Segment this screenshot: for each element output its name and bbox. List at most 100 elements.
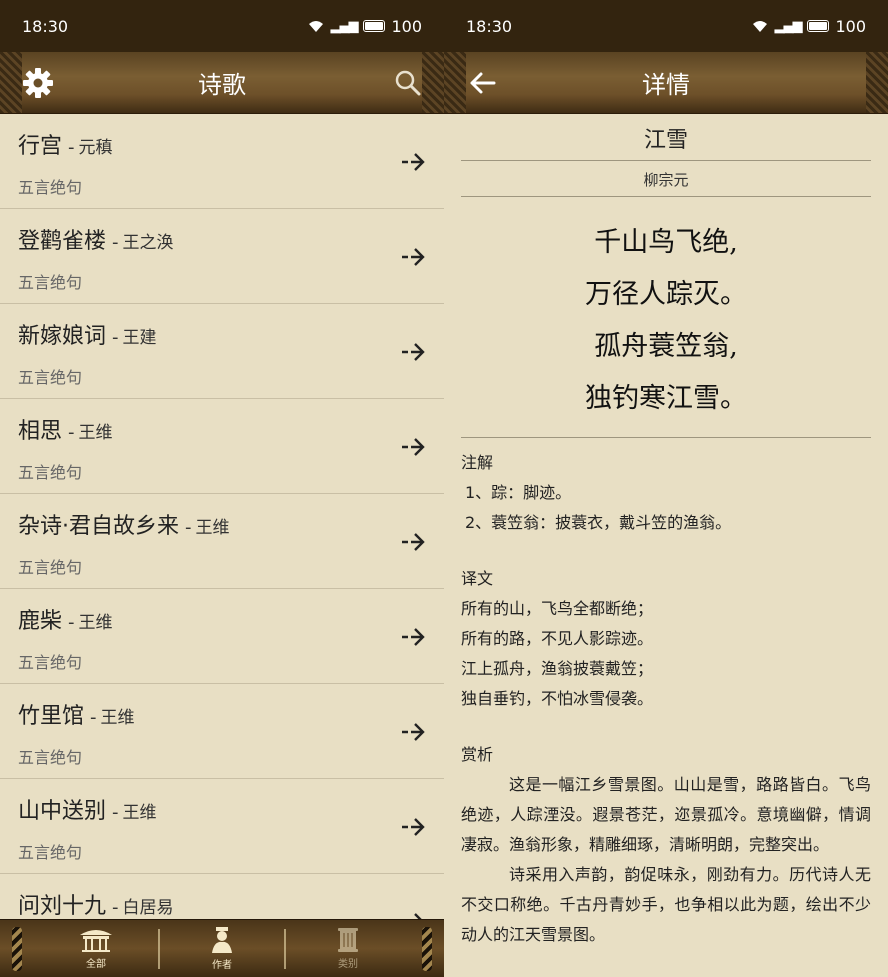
poem-author: 王维 [195,518,230,538]
status-bar: 18:30 ▂▄▆ 100 [0,0,444,52]
translation-line: 江上孤舟，渔翁披蓑戴笠； [461,659,654,678]
poem-title: 鹿柴 [18,609,63,634]
poem-list: 行宫 - 元稹 五言绝句 登鹳雀楼 - 王之涣 五言绝句 新嫁娘词 - 王建 五言绝句 相思… [0,114,444,919]
list-item[interactable]: 鹿柴 - 王维 五言绝句 [0,589,444,684]
top-navbar: 详情 [444,52,888,114]
page-title: 详情 [642,71,690,99]
poem-list-screen: 18:30 ▂▄▆ 100 诗歌 行宫 - 元稹 五言绝句 登鹳雀楼 - 王之涣… [0,0,444,977]
poem-form: 五言绝句 [18,178,83,197]
list-item[interactable]: 登鹳雀楼 - 王之涣 五言绝句 [0,209,444,304]
poem-author: 王维 [100,708,135,728]
status-icons: ▂▄▆ 100 [752,17,866,36]
poem-author: 王维 [122,803,157,823]
status-icons: ▂▄▆ 100 [308,17,422,36]
poem-form: 五言绝句 [18,558,83,577]
title-separator: - [68,137,75,158]
poem-form: 五言绝句 [18,273,83,292]
gear-icon [23,68,53,98]
poem-title: 新嫁娘词 [18,324,107,349]
poem-author: 元稹 [78,138,113,158]
list-item[interactable]: 行宫 - 元稹 五言绝句 [0,114,444,209]
decorative-pillar [12,926,22,971]
translation-section: 译文 所有的山，飞鸟全都断绝； 所有的路，不见人影踪迹。 江上孤舟，渔翁披蓑戴笠… [461,564,871,714]
tab-label: 作者 [212,960,232,971]
back-button[interactable] [464,65,500,101]
title-separator: - [112,897,119,918]
list-item[interactable]: 杂诗·君自故乡来 - 王维 五言绝句 [0,494,444,589]
translation-line: 独自垂钓，不怕冰雪侵袭。 [461,689,654,708]
go-arrow-icon [402,628,425,646]
title-separator: - [185,517,192,538]
translation-line: 所有的山，飞鸟全都断绝； [461,599,654,618]
search-button[interactable] [390,65,426,101]
go-arrow-icon [402,818,425,836]
tab-category[interactable]: 类别 [286,927,410,970]
appreciation-section: 赏析 这是一幅江乡雪景图。山山是雪，路路皆白。飞鸟绝迹，人踪湮没。遐景苍茫，迩景… [461,740,871,950]
wifi-icon [753,20,768,32]
poem-detail: 江雪 柳宗元 千山鸟飞绝, 万径人踪灭。 孤舟蓑笠翁, 独钓寒江雪。 注解 1、… [461,114,871,977]
go-arrow-icon [402,343,425,361]
top-navbar: 诗歌 [0,52,444,114]
search-icon [395,70,421,96]
status-bar: 18:30 ▂▄▆ 100 [444,0,888,52]
poem-form: 五言绝句 [18,748,83,767]
list-item[interactable]: 竹里馆 - 王维 五言绝句 [0,684,444,779]
tab-all[interactable]: 全部 [34,927,158,970]
tab-label: 类别 [338,959,358,970]
appreciation-paragraph: 诗采用入声韵，韵促味永，刚劲有力。历代诗人无不交口称绝。千古丹青妙手，也争相以此… [461,865,871,944]
poem-form: 五言绝句 [18,368,83,387]
poem-author: 王维 [78,423,113,443]
poem-form: 五言绝句 [18,843,83,862]
poem-line: 独钓寒江雪。 [585,383,747,414]
status-time: 18:30 [22,16,69,36]
signal-icon: ▂▄▆ [774,18,802,34]
battery-level: 100 [835,16,866,36]
poem-author: 王建 [122,328,157,348]
signal-icon: ▂▄▆ [330,18,358,34]
appreciation-paragraph: 这是一幅江乡雪景图。山山是雪，路路皆白。飞鸟绝迹，人踪湮没。遐景苍茫，迩景孤冷。… [461,775,871,854]
appreciation-heading: 赏析 [461,745,494,764]
poem-form: 五言绝句 [18,463,83,482]
title-separator: - [112,232,119,253]
wifi-icon [309,20,324,32]
translation-line: 所有的路，不见人影踪迹。 [461,629,654,648]
poem-detail-screen: 18:30 ▂▄▆ 100 详情 江雪 柳宗元 千山鸟飞绝, 万径人踪灭。 孤舟… [444,0,888,977]
go-arrow-icon [402,248,425,266]
poem-title: 江雪 [461,114,871,161]
poem-author: 王维 [78,613,113,633]
note-item: 1、踪：脚迹。 [465,483,572,502]
note-item: 2、蓑笠翁：披蓑衣，戴斗笠的渔翁。 [465,513,732,532]
title-separator: - [112,802,119,823]
battery-icon [363,20,386,32]
poem-title: 行宫 [18,134,63,159]
scroll-icon [338,928,358,952]
poem-form: 五言绝句 [18,653,83,672]
title-separator: - [112,327,119,348]
tab-author[interactable]: 作者 [160,926,284,971]
bottom-tabbar: 全部 作者 类别 [0,919,444,977]
tab-label: 全部 [86,959,106,970]
notes-heading: 注解 [461,453,494,472]
poem-author: 柳宗元 [461,161,871,197]
title-separator: - [90,707,97,728]
list-item[interactable]: 问刘十九 - 白居易 [0,874,444,919]
tab-divider [158,928,160,969]
go-arrow-icon [402,438,425,456]
list-item[interactable]: 相思 - 王维 五言绝句 [0,399,444,494]
list-item[interactable]: 山中送别 - 王维 五言绝句 [0,779,444,874]
go-arrow-icon [402,723,425,741]
pavilion-icon [80,930,112,952]
settings-button[interactable] [20,65,56,101]
list-item[interactable]: 新嫁娘词 - 王建 五言绝句 [0,304,444,399]
battery-icon [807,20,830,32]
title-separator: - [68,612,75,633]
translation-heading: 译文 [461,569,494,588]
poem-title: 杂诗·君自故乡来 [18,514,179,539]
poem-author: 白居易 [122,898,174,918]
poem-title: 问刘十九 [18,894,107,919]
poem-title: 相思 [18,419,63,444]
poem-line: 千山鸟飞绝, [594,227,738,258]
poem-title: 登鹳雀楼 [18,229,107,254]
page-title: 诗歌 [198,71,246,99]
poem-line: 孤舟蓑笠翁, [594,331,738,362]
